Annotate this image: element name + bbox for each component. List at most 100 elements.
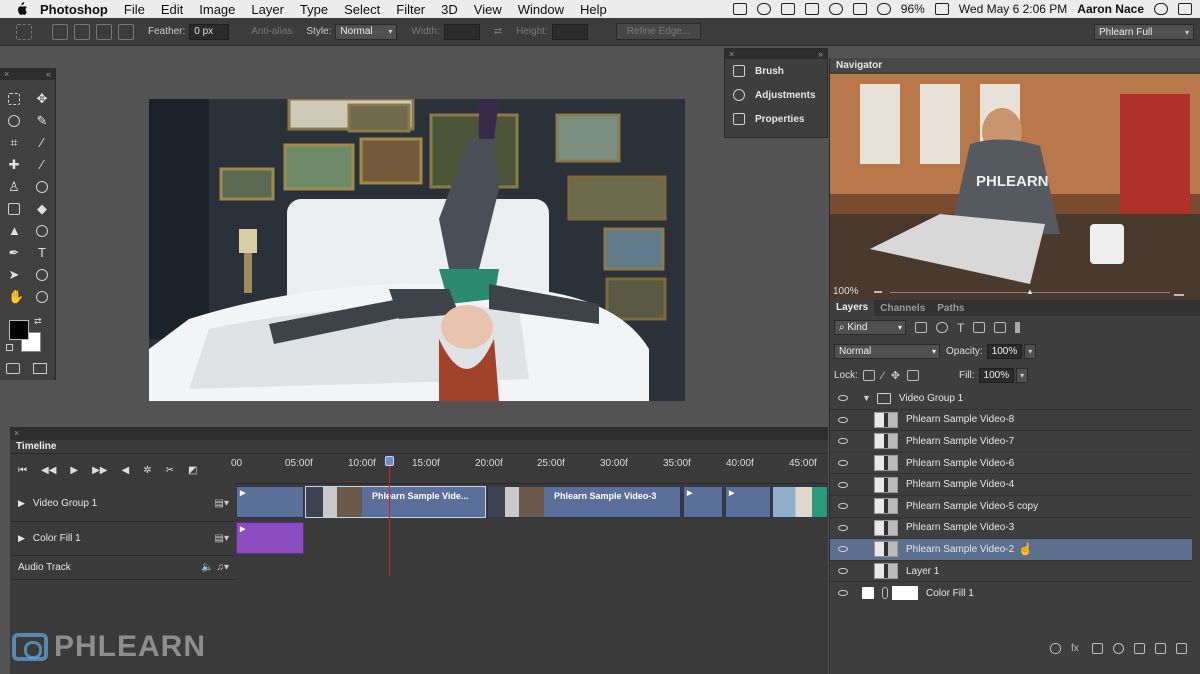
marquee-tool-preset-icon[interactable] — [16, 23, 32, 40]
layer-row-video-group-1[interactable]: ▼ Video Group 1 — [830, 388, 1192, 410]
layer-row[interactable]: Layer 1 — [830, 561, 1192, 583]
style-select[interactable]: Normal — [335, 23, 398, 40]
ellipse-tool[interactable] — [28, 264, 56, 286]
track-media-menu-icon[interactable]: ▤▾ — [215, 498, 229, 509]
collapsed-panel-header[interactable]: ×» — [725, 49, 827, 59]
menu-image[interactable]: Image — [199, 2, 235, 17]
timeline-header[interactable]: × — [10, 428, 828, 440]
tab-layers[interactable]: Layers — [830, 300, 875, 316]
video-clip[interactable]: ▶ — [683, 486, 723, 518]
apple-icon[interactable] — [14, 2, 28, 16]
video-clip[interactable]: ▶ — [236, 486, 304, 518]
opacity-dropdown[interactable]: ▾ — [1024, 344, 1037, 359]
opacity-input[interactable]: 100% — [986, 344, 1023, 359]
adjustments-panel-button[interactable]: Adjustments — [725, 83, 827, 107]
zoom-slider-thumb[interactable]: ▲ — [1026, 287, 1034, 296]
link-layers-icon[interactable] — [1050, 642, 1061, 654]
type-tool[interactable]: T — [28, 242, 56, 264]
refine-edge-button[interactable]: Refine Edge... — [615, 23, 702, 40]
visibility-eye-icon[interactable] — [838, 416, 848, 423]
blend-mode-select[interactable]: Normal — [834, 344, 940, 359]
screen-mode-icon[interactable] — [33, 363, 47, 374]
menu-type[interactable]: Type — [300, 2, 328, 17]
menu-layer[interactable]: Layer — [251, 2, 284, 17]
swap-dimensions-icon[interactable]: ⇄ — [494, 26, 502, 37]
lock-transparent-icon[interactable] — [862, 370, 875, 381]
track-video-group-1[interactable]: ▶ Video Group 1 ▤▾ — [10, 486, 235, 522]
swap-colors-icon[interactable]: ⇄ — [34, 316, 42, 327]
timeline-tab[interactable]: Timeline — [10, 440, 828, 454]
add-to-selection-icon[interactable] — [74, 23, 90, 40]
collapse-icon[interactable]: « — [46, 69, 51, 79]
subtract-from-selection-icon[interactable] — [96, 23, 112, 40]
close-icon[interactable]: × — [14, 428, 19, 438]
mask-link-icon[interactable] — [882, 587, 888, 600]
play-icon[interactable]: ▶ — [70, 465, 78, 476]
notification-center-icon[interactable] — [1178, 3, 1192, 15]
navigator-zoom-value[interactable]: 100% — [833, 286, 859, 297]
brush-tool[interactable]: ⁄ — [28, 154, 56, 176]
visibility-eye-icon[interactable] — [838, 481, 848, 488]
zoom-in-icon[interactable] — [1174, 288, 1184, 296]
video-clip[interactable] — [772, 486, 828, 518]
crop-tool[interactable]: ⌗ — [0, 132, 28, 154]
workspace-select[interactable]: Phlearn Full — [1094, 24, 1194, 40]
filter-smart-object-icon[interactable] — [994, 322, 1007, 333]
filter-shape-icon[interactable] — [973, 322, 986, 333]
visibility-eye-icon[interactable] — [838, 568, 848, 575]
filter-type-icon[interactable]: T — [957, 321, 964, 335]
quick-selection-tool[interactable]: ✎ — [28, 110, 56, 132]
track-audio[interactable]: Audio Track 🔈 ♫▾ — [10, 556, 235, 580]
video-clip[interactable]: Phlearn Sample Video-3 — [487, 486, 681, 518]
battery-icon[interactable] — [934, 3, 949, 15]
height-input[interactable] — [551, 23, 588, 40]
track-color-fill-1[interactable]: ▶ Color Fill 1 ▤▾ — [10, 522, 235, 556]
creative-cloud-icon[interactable] — [756, 3, 771, 15]
layer-row[interactable]: Phlearn Sample Video-3 — [830, 518, 1192, 540]
close-icon[interactable]: × — [729, 49, 734, 59]
go-to-first-frame-icon[interactable]: ⏮ — [18, 465, 27, 476]
layer-row[interactable]: Phlearn Sample Video-5 copy — [830, 496, 1192, 518]
adjustment-layer-icon[interactable] — [1113, 642, 1124, 654]
previous-frame-icon[interactable]: ◀◀ — [41, 465, 56, 476]
navigator-preview[interactable]: PHLEARN — [830, 74, 1200, 301]
new-layer-icon[interactable] — [1155, 642, 1166, 654]
lock-all-icon[interactable] — [906, 370, 919, 381]
default-colors-icon[interactable] — [6, 344, 13, 351]
history-brush-tool[interactable] — [28, 176, 56, 198]
layer-style-fx-icon[interactable]: fx — [1071, 643, 1082, 654]
visibility-eye-icon[interactable] — [838, 546, 848, 553]
fill-input[interactable]: 100% — [978, 368, 1015, 383]
transition-icon[interactable]: ◩ — [188, 465, 197, 476]
filter-pixel-icon[interactable] — [915, 322, 927, 333]
next-frame-icon[interactable]: ▶▶ — [92, 465, 107, 476]
battery-percent[interactable]: 96% — [901, 2, 925, 16]
width-input[interactable] — [443, 23, 480, 40]
menu-app-photoshop[interactable]: Photoshop — [40, 2, 108, 17]
visibility-eye-icon[interactable] — [838, 503, 848, 510]
audio-track-controls-icon[interactable]: 🔈 ♫▾ — [201, 562, 229, 573]
track-media-menu-icon[interactable]: ▤▾ — [215, 533, 229, 544]
split-scissors-icon[interactable]: ✂ — [166, 465, 174, 476]
tab-channels[interactable]: Channels — [874, 303, 931, 314]
delete-layer-icon[interactable] — [1176, 642, 1187, 654]
zoom-tool[interactable] — [28, 286, 56, 308]
settings-gear-icon[interactable]: ✲ — [143, 465, 151, 476]
user-name[interactable]: Aaron Nace — [1077, 2, 1144, 16]
clock-icon[interactable] — [828, 3, 843, 15]
fill-dropdown[interactable]: ▾ — [1016, 368, 1029, 383]
layer-row[interactable]: Phlearn Sample Video-6 — [830, 453, 1192, 475]
menu-view[interactable]: View — [474, 2, 502, 17]
lock-position-icon[interactable]: ✥ — [891, 369, 900, 382]
clock-datetime[interactable]: Wed May 6 2:06 PM — [959, 2, 1068, 16]
lock-image-icon[interactable]: ⁄ — [882, 370, 884, 382]
visibility-eye-icon[interactable] — [838, 590, 848, 597]
video-clip[interactable]: ▶ — [725, 486, 771, 518]
layer-row-selected[interactable]: Phlearn Sample Video-2 ☝ — [830, 539, 1192, 561]
add-mask-icon[interactable] — [1092, 642, 1103, 654]
dodge-tool[interactable] — [28, 220, 56, 242]
menu-window[interactable]: Window — [518, 2, 564, 17]
path-selection-tool[interactable]: ➤ — [0, 264, 28, 286]
spot-healing-tool[interactable]: ✚ — [0, 154, 28, 176]
filter-kind-select[interactable]: ⌕ Kind — [834, 320, 906, 335]
